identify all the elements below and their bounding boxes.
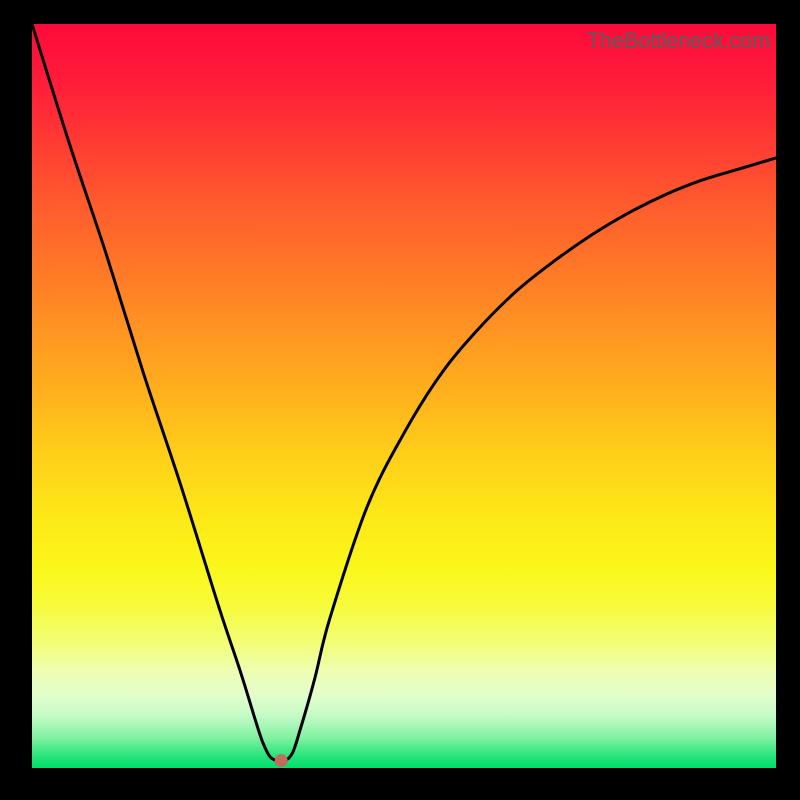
curve-path bbox=[32, 24, 776, 761]
chart-plot-area: TheBottleneck.com bbox=[32, 24, 776, 768]
bottleneck-curve bbox=[32, 24, 776, 768]
chart-frame: TheBottleneck.com bbox=[0, 0, 800, 800]
trough-marker bbox=[275, 755, 287, 767]
